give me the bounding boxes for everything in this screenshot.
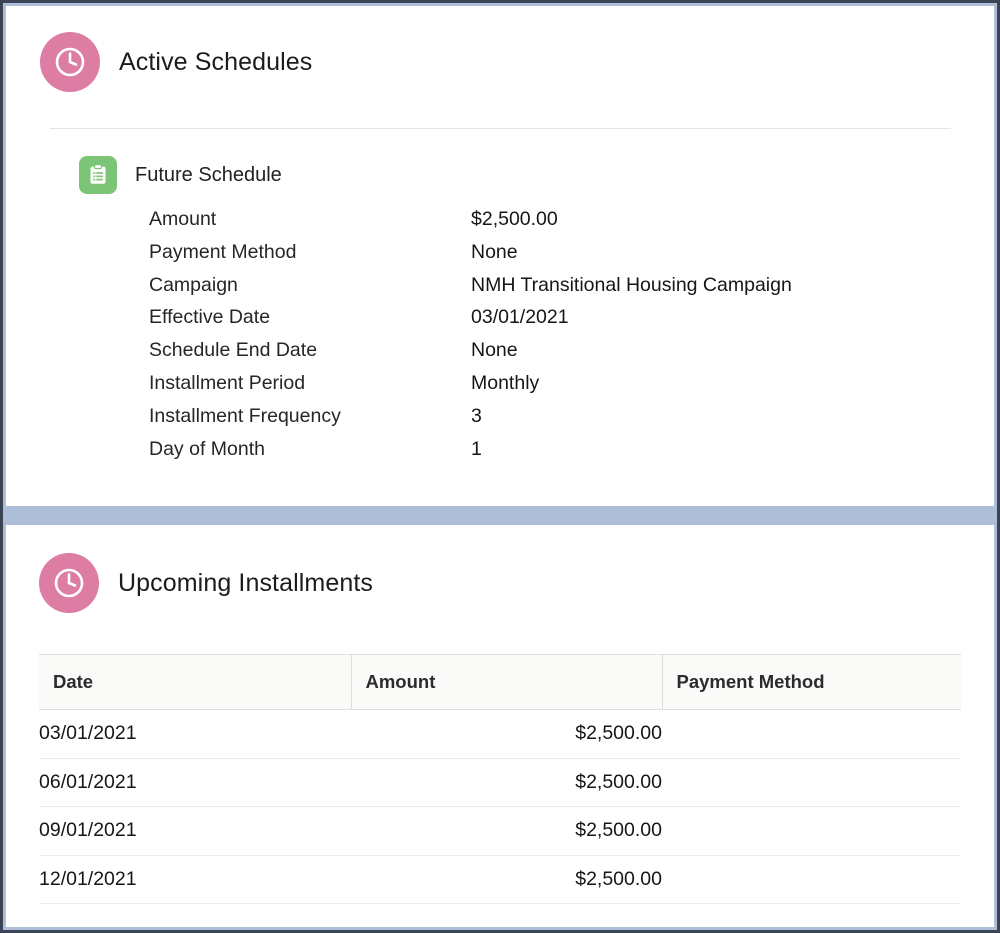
page-title: Active Schedules (119, 47, 313, 76)
field-value: Monthly (471, 371, 540, 394)
cell-amount: $2,500.00 (351, 855, 662, 904)
column-header-payment-method[interactable]: Payment Method (661, 654, 961, 710)
cell-date: 09/01/2021 (39, 806, 351, 856)
table-header-row: Date Amount Payment Method (39, 654, 961, 710)
field-value: 03/01/2021 (471, 306, 569, 329)
table-head: Date Amount Payment Method (39, 654, 961, 710)
field-value: None (471, 339, 518, 362)
field-label: Payment Method (149, 240, 297, 263)
table-row[interactable]: 09/01/2021 $2,500.00 (39, 806, 961, 856)
field-row: Day of Month 1 (149, 438, 994, 471)
field-row: Campaign NMH Transitional Housing Campai… (149, 274, 994, 307)
cell-amount: $2,500.00 (351, 758, 662, 807)
active-schedules-header: Active Schedules (6, 6, 994, 92)
section-title: Upcoming Installments (118, 568, 373, 597)
field-row: Payment Method None (149, 241, 994, 274)
field-value: $2,500.00 (471, 208, 558, 230)
app-frame: Active Schedules Future Schedule Amount … (0, 0, 1000, 933)
future-schedule-heading: Future Schedule (79, 156, 994, 194)
table-row[interactable]: 06/01/2021 $2,500.00 (39, 758, 961, 807)
field-label: Installment Period (149, 371, 306, 394)
field-label: Schedule End Date (149, 339, 318, 362)
cell-amount: $2,500.00 (351, 806, 662, 856)
clock-icon (39, 553, 99, 613)
field-value: NMH Transitional Housing Campaign (471, 273, 792, 296)
clipboard-list-icon (79, 156, 117, 194)
clock-icon (40, 32, 100, 92)
cell-date: 03/01/2021 (39, 709, 351, 759)
active-schedules-card: Active Schedules Future Schedule Amount … (6, 6, 994, 506)
field-row: Effective Date 03/01/2021 (149, 306, 994, 339)
field-label: Campaign (149, 273, 238, 296)
column-header-amount[interactable]: Amount (351, 654, 663, 710)
cell-payment-method (662, 806, 961, 856)
cell-date: 12/01/2021 (39, 855, 351, 904)
installments-table: Date Amount Payment Method 03/01/2021 $2… (39, 654, 961, 904)
table-row[interactable]: 12/01/2021 $2,500.00 (39, 855, 961, 904)
field-label: Day of Month (149, 437, 265, 460)
field-row: Amount $2,500.00 (149, 208, 994, 241)
cell-payment-method (662, 758, 961, 807)
schedule-field-list: Amount $2,500.00 Payment Method None Cam… (79, 208, 994, 470)
future-schedule-label: Future Schedule (135, 163, 282, 186)
cell-payment-method (662, 709, 961, 759)
field-row: Installment Frequency 3 (149, 405, 994, 438)
table-body: 03/01/2021 $2,500.00 06/01/2021 $2,500.0… (39, 709, 961, 904)
cell-payment-method (662, 855, 961, 904)
upcoming-installments-card: Upcoming Installments Date Amount Paymen… (6, 525, 994, 927)
field-row: Installment Period Monthly (149, 372, 994, 405)
field-label: Amount (149, 208, 217, 230)
field-row: Schedule End Date None (149, 339, 994, 372)
field-label: Effective Date (149, 306, 271, 329)
installments-table-wrap: Date Amount Payment Method 03/01/2021 $2… (39, 654, 961, 904)
cell-date: 06/01/2021 (39, 758, 351, 807)
field-value: None (471, 240, 518, 263)
upcoming-installments-header: Upcoming Installments (6, 525, 994, 613)
field-value: 1 (471, 437, 482, 460)
future-schedule-block: Future Schedule Amount $2,500.00 Payment… (6, 129, 994, 470)
column-header-date[interactable]: Date (39, 654, 352, 710)
field-value: 3 (471, 404, 482, 427)
field-label: Installment Frequency (149, 404, 341, 427)
table-row[interactable]: 03/01/2021 $2,500.00 (39, 709, 961, 759)
cell-amount: $2,500.00 (351, 709, 662, 759)
